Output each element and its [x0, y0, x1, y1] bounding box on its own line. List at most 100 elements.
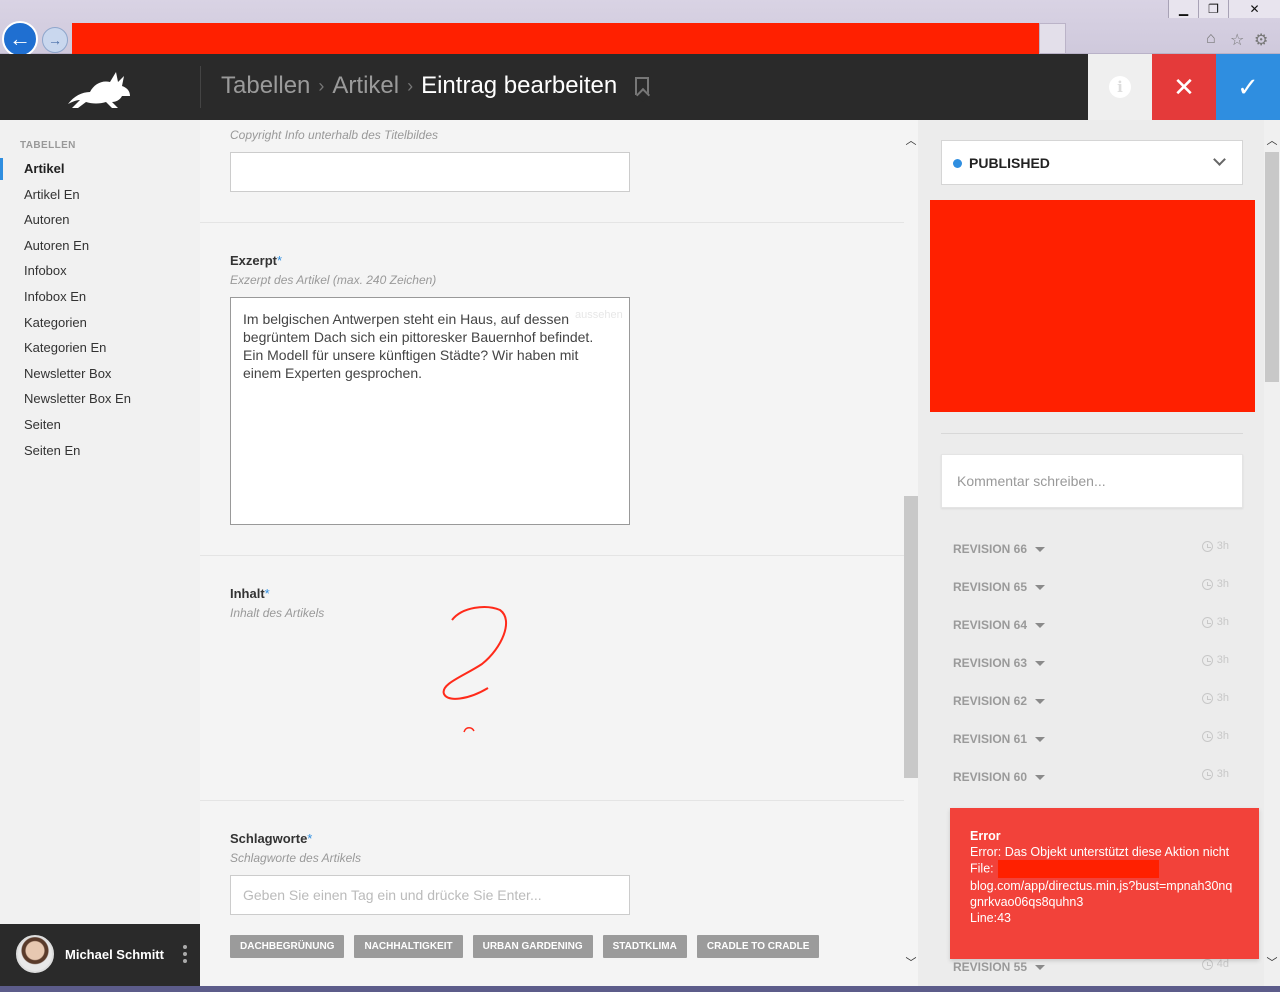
- tag-chip[interactable]: CRADLE TO CRADLE: [696, 935, 820, 958]
- right-scrollbar[interactable]: ︿ ﹀: [1264, 120, 1280, 986]
- status-value: PUBLISHED: [969, 155, 1050, 171]
- address-bar-end[interactable]: [1039, 23, 1066, 54]
- caret-down-icon: [1035, 964, 1046, 970]
- revision-label: REVISION 66: [953, 542, 1028, 556]
- revision-item[interactable]: REVISION 63 3h: [953, 654, 1229, 674]
- sidebar-item-artikel-en[interactable]: Artikel En: [0, 182, 200, 208]
- sidebar-item-newsletter-box[interactable]: Newsletter Box: [0, 361, 200, 387]
- main-scrollbar[interactable]: ︿ ﹀: [904, 120, 918, 986]
- revision-item[interactable]: REVISION 66 3h: [953, 540, 1229, 560]
- excerpt-textarea[interactable]: Im belgischen Antwerpen steht ein Haus, …: [230, 297, 630, 525]
- section-divider: [200, 555, 904, 556]
- restore-button[interactable]: ❐: [1198, 0, 1228, 18]
- caret-down-icon: [1035, 698, 1046, 704]
- cancel-button[interactable]: ✕: [1152, 54, 1216, 120]
- tag-chip[interactable]: NACHHALTIGKEIT: [354, 935, 463, 958]
- back-button[interactable]: ←: [2, 21, 38, 57]
- breadcrumb: Tabellen › Artikel › Eintrag bearbeiten: [221, 72, 650, 100]
- clock-icon: [1201, 616, 1213, 628]
- caret-down-icon: [1035, 546, 1046, 552]
- revision-label: REVISION 64: [953, 618, 1028, 632]
- tag-input[interactable]: Geben Sie einen Tag ein und drücke Sie E…: [230, 875, 630, 915]
- excerpt-hint: Exzerpt des Artikel (max. 240 Zeichen): [230, 273, 437, 287]
- revision-item[interactable]: REVISION 62 3h: [953, 692, 1229, 712]
- tag-chip[interactable]: DACHBEGRÜNUNG: [230, 935, 345, 958]
- status-dropdown[interactable]: PUBLISHED: [941, 140, 1243, 185]
- user-bar[interactable]: Michael Schmitt: [0, 924, 200, 986]
- sidebar-item-kategorien-en[interactable]: Kategorien En: [0, 335, 200, 361]
- clock-icon: [1201, 654, 1213, 666]
- revision-time: 3h: [1216, 730, 1229, 742]
- comment-input[interactable]: Kommentar schreiben...: [941, 454, 1243, 508]
- clock-icon: [1201, 958, 1213, 970]
- star-icon[interactable]: ☆: [1230, 30, 1244, 50]
- sidebar-item-seiten-en[interactable]: Seiten En: [0, 438, 200, 464]
- scroll-down-icon[interactable]: ﹀: [1265, 956, 1279, 970]
- forward-button[interactable]: →: [42, 27, 68, 53]
- breadcrumb-artikel[interactable]: Artikel: [332, 72, 399, 100]
- copyright-hint: Copyright Info unterhalb des Titelbildes: [230, 128, 439, 142]
- rabbit-logo[interactable]: [60, 62, 140, 112]
- panel-divider: [941, 433, 1243, 434]
- clock-icon: [1201, 768, 1213, 780]
- sidebar-item-kategorien[interactable]: Kategorien: [0, 310, 200, 336]
- chevron-down-icon: [1213, 153, 1226, 166]
- browser-toolbar: ▁ ❐ ✕ ← → ⌂ ☆ ⚙: [0, 0, 1280, 57]
- kebab-menu-icon[interactable]: [183, 945, 187, 963]
- revision-item[interactable]: REVISION 60 3h: [953, 768, 1229, 788]
- main-scrollbar-thumb[interactable]: [904, 496, 918, 778]
- sidebar: TABELLEN Artikel Artikel En Autoren Auto…: [0, 120, 200, 924]
- revision-time: 4d: [1216, 958, 1229, 970]
- check-icon: ✓: [1237, 71, 1259, 102]
- save-button[interactable]: ✓: [1216, 54, 1280, 120]
- gear-icon[interactable]: ⚙: [1254, 30, 1268, 50]
- error-file: blog.com/app/directus.min.js?bust=mpnah3…: [970, 879, 1233, 909]
- sidebar-item-autoren[interactable]: Autoren: [0, 207, 200, 233]
- app-header: Tabellen › Artikel › Eintrag bearbeiten …: [0, 54, 1280, 120]
- copyright-input[interactable]: [230, 152, 630, 192]
- caret-down-icon: [1035, 622, 1046, 628]
- close-icon: ✕: [1173, 71, 1195, 102]
- right-scrollbar-thumb[interactable]: [1265, 152, 1279, 382]
- sidebar-item-newsletter-box-en[interactable]: Newsletter Box En: [0, 386, 200, 412]
- close-window-button[interactable]: ✕: [1228, 0, 1280, 18]
- sidebar-item-autoren-en[interactable]: Autoren En: [0, 233, 200, 259]
- bookmark-icon[interactable]: [635, 77, 650, 95]
- sidebar-item-infobox[interactable]: Infobox: [0, 258, 200, 284]
- revision-item[interactable]: REVISION 65 3h: [953, 578, 1229, 598]
- scroll-down-icon[interactable]: ﹀: [904, 956, 918, 970]
- caret-down-icon: [1035, 660, 1046, 666]
- caret-down-icon: [1035, 584, 1046, 590]
- home-icon[interactable]: ⌂: [1206, 30, 1216, 48]
- tag-chip[interactable]: URBAN GARDENING: [472, 935, 593, 958]
- error-line: Line:43: [970, 911, 1012, 925]
- info-button[interactable]: i: [1088, 54, 1152, 120]
- arrow-left-icon: ←: [9, 26, 31, 51]
- tag-list: DACHBEGRÜNUNG NACHHALTIGKEIT URBAN GARDE…: [230, 935, 820, 958]
- edit-form: Copyright Info unterhalb des Titelbildes…: [200, 120, 904, 986]
- minimize-button[interactable]: ▁: [1168, 0, 1198, 18]
- tag-chip[interactable]: STADTKLIMA: [602, 935, 687, 958]
- sidebar-item-seiten[interactable]: Seiten: [0, 412, 200, 438]
- chevron-right-icon: ›: [318, 75, 325, 96]
- revision-label: REVISION 65: [953, 580, 1028, 594]
- error-message: Error: Das Objekt unterstützt diese Akti…: [970, 845, 1230, 859]
- ghost-text: aussehen: [575, 309, 623, 321]
- sidebar-item-artikel[interactable]: Artikel: [0, 156, 200, 182]
- content-label: Inhalt*: [230, 586, 270, 601]
- scroll-up-icon[interactable]: ︿: [904, 134, 918, 148]
- revision-time: 3h: [1216, 654, 1229, 666]
- revision-item[interactable]: REVISION 64 3h: [953, 616, 1229, 636]
- breadcrumb-tabellen[interactable]: Tabellen: [221, 72, 310, 100]
- revision-item[interactable]: REVISION 55 4d: [953, 958, 1229, 978]
- status-dot-icon: [953, 159, 962, 168]
- revision-item[interactable]: REVISION 61 3h: [953, 730, 1229, 750]
- sidebar-item-infobox-en[interactable]: Infobox En: [0, 284, 200, 310]
- clock-icon: [1201, 730, 1213, 742]
- revision-time: 3h: [1216, 692, 1229, 704]
- error-toast[interactable]: Error Error: Das Objekt unterstützt dies…: [950, 808, 1259, 959]
- revision-label: REVISION 63: [953, 656, 1028, 670]
- address-bar-redacted[interactable]: [72, 23, 1039, 54]
- scroll-up-icon[interactable]: ︿: [1265, 134, 1279, 148]
- avatar[interactable]: [16, 935, 54, 973]
